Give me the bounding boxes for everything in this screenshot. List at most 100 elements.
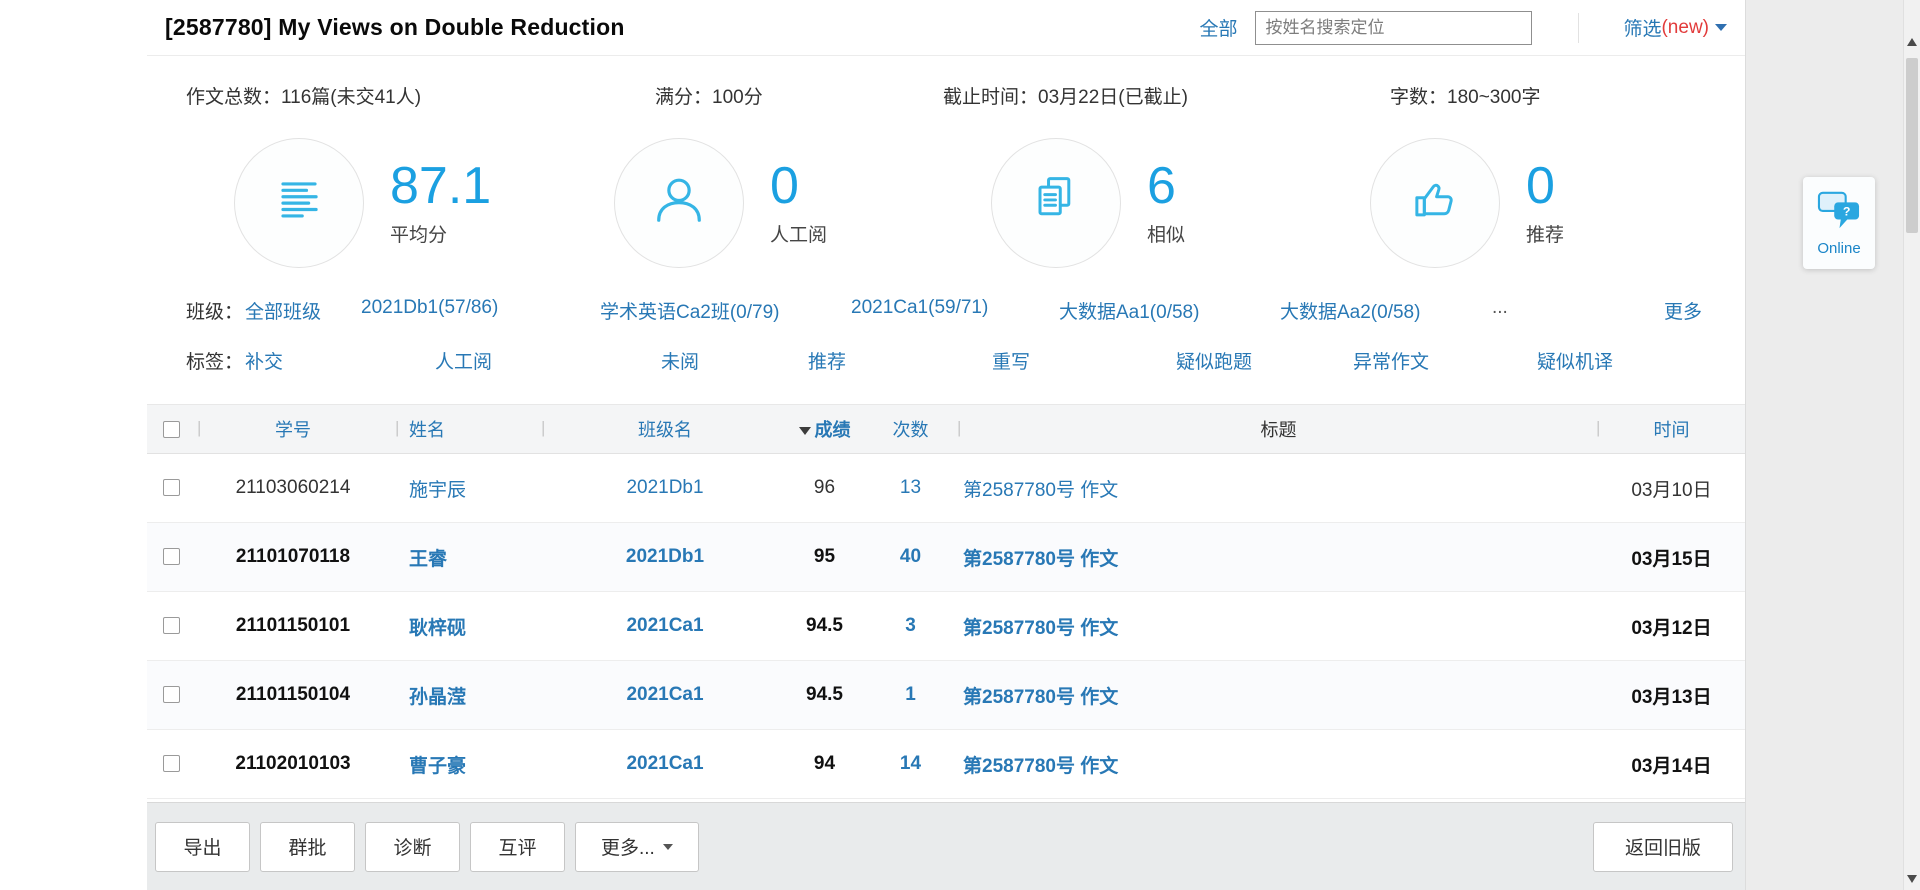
cell-score: 96 bbox=[787, 477, 862, 499]
diagnose-button[interactable]: 诊断 bbox=[365, 822, 460, 872]
student-name-link[interactable]: 曹子豪 bbox=[409, 756, 466, 777]
class-name-link[interactable]: 2021Ca1 bbox=[626, 684, 703, 705]
table-header: 学号 姓名 班级名 成绩 次数 标题 时间 | | | | | bbox=[147, 404, 1745, 454]
column-student-id[interactable]: 学号 bbox=[275, 420, 311, 440]
peer-review-button[interactable]: 互评 bbox=[470, 822, 565, 872]
sort-desc-icon bbox=[799, 427, 811, 435]
student-name-link[interactable]: 孙晶滢 bbox=[409, 687, 466, 708]
batch-grade-button[interactable]: 群批 bbox=[260, 822, 355, 872]
row-checkbox[interactable] bbox=[163, 686, 180, 703]
class-filter-link[interactable]: 2021Ca1(59/71) bbox=[851, 297, 988, 319]
scope-all-link[interactable]: 全部 bbox=[1199, 14, 1237, 41]
cell-times: 40 bbox=[862, 546, 959, 568]
tag-filter-link[interactable]: 疑似跑题 bbox=[1176, 347, 1252, 374]
tag-filter-link[interactable]: 疑似机译 bbox=[1537, 347, 1613, 374]
deadline: 截止时间：03月22日(已截止) bbox=[943, 82, 1188, 109]
cell-checkbox bbox=[147, 753, 193, 775]
cell-times: 14 bbox=[862, 753, 959, 775]
more-classes-link[interactable]: 更多 bbox=[1664, 297, 1702, 324]
student-name-link[interactable]: 耿梓砚 bbox=[409, 618, 466, 639]
essay-title-link[interactable]: 第2587780号 作文 bbox=[963, 549, 1118, 570]
person-icon bbox=[647, 169, 711, 238]
similar-docs-icon bbox=[1024, 169, 1088, 238]
stat-label: 推荐 bbox=[1526, 220, 1564, 247]
times-link[interactable]: 1 bbox=[905, 684, 916, 705]
times-link[interactable]: 40 bbox=[900, 546, 921, 567]
class-name-link[interactable]: 2021Ca1 bbox=[626, 753, 703, 774]
cell-class-name: 2021Db1 bbox=[543, 477, 787, 499]
cell-title: 第2587780号 作文 bbox=[959, 682, 1598, 709]
times-link[interactable]: 14 bbox=[900, 753, 921, 774]
export-button[interactable]: 导出 bbox=[155, 822, 250, 872]
class-name-link[interactable]: 2021Ca1 bbox=[626, 615, 703, 636]
chevron-down-icon bbox=[663, 844, 673, 850]
column-date[interactable]: 时间 bbox=[1654, 420, 1690, 440]
column-class-name[interactable]: 班级名 bbox=[638, 420, 692, 440]
cell-student-id: 21102010103 bbox=[193, 753, 393, 775]
row-checkbox[interactable] bbox=[163, 755, 180, 772]
search-input[interactable] bbox=[1255, 11, 1532, 45]
select-all-checkbox[interactable] bbox=[163, 421, 180, 438]
cell-times: 3 bbox=[862, 615, 959, 637]
class-filter-link[interactable]: 大数据Aa2(0/58) bbox=[1280, 297, 1420, 324]
cell-title: 第2587780号 作文 bbox=[959, 544, 1598, 571]
cell-title: 第2587780号 作文 bbox=[959, 613, 1598, 640]
more-actions-label: 更多... bbox=[601, 833, 655, 860]
class-filter-link[interactable]: 2021Db1(57/86) bbox=[361, 297, 498, 319]
column-times[interactable]: 次数 bbox=[893, 420, 929, 440]
scroll-down-arrow-icon[interactable] bbox=[1907, 875, 1917, 883]
class-filter-link[interactable]: 大数据Aa1(0/58) bbox=[1059, 297, 1199, 324]
tag-filter-link[interactable]: 异常作文 bbox=[1353, 347, 1429, 374]
tag-filter-link[interactable]: 重写 bbox=[992, 347, 1030, 374]
svg-text:?: ? bbox=[1843, 205, 1851, 219]
column-separator: | bbox=[395, 418, 399, 438]
column-separator: | bbox=[957, 418, 961, 438]
stat-circle bbox=[234, 138, 364, 268]
row-checkbox[interactable] bbox=[163, 548, 180, 565]
class-filter-link[interactable]: 全部班级 bbox=[245, 297, 321, 324]
scrollbar-thumb[interactable] bbox=[1906, 58, 1918, 233]
assignment-summary: 作文总数：116篇(未交41人) 满分：100分 截止时间：03月22日(已截止… bbox=[147, 82, 1745, 112]
page-title: [2587780] My Views on Double Reduction bbox=[165, 14, 625, 41]
more-actions-button[interactable]: 更多... bbox=[575, 822, 699, 872]
cell-class-name: 2021Ca1 bbox=[543, 753, 787, 775]
online-chat-widget[interactable]: ? Online bbox=[1803, 177, 1875, 269]
tag-filter-link[interactable]: 人工阅 bbox=[435, 347, 492, 374]
topbar-right: 全部 筛选 (new) bbox=[1199, 11, 1727, 45]
class-name-link[interactable]: 2021Db1 bbox=[626, 477, 703, 498]
tag-filter-link[interactable]: 推荐 bbox=[808, 347, 846, 374]
online-label: Online bbox=[1817, 240, 1860, 257]
essay-title-link[interactable]: 第2587780号 作文 bbox=[963, 756, 1118, 777]
tag-filter-link[interactable]: 未阅 bbox=[661, 347, 699, 374]
cell-student-id: 21103060214 bbox=[193, 477, 393, 499]
row-checkbox[interactable] bbox=[163, 617, 180, 634]
class-filter-link[interactable]: 学术英语Ca2班(0/79) bbox=[600, 297, 780, 324]
stat-value: 0 bbox=[770, 159, 827, 213]
stat-circle bbox=[1370, 138, 1500, 268]
scroll-up-arrow-icon[interactable] bbox=[1907, 38, 1917, 46]
times-link[interactable]: 3 bbox=[905, 615, 916, 636]
filter-dropdown[interactable]: 筛选 (new) bbox=[1623, 14, 1727, 41]
tag-filter-link[interactable]: 补交 bbox=[245, 347, 283, 374]
back-to-old-version-button[interactable]: 返回旧版 bbox=[1593, 822, 1733, 872]
cell-name: 施宇辰 bbox=[393, 475, 543, 502]
table-row: 21101150104 孙晶滢 2021Ca1 94.5 1 第2587780号… bbox=[147, 661, 1745, 730]
vertical-scrollbar[interactable] bbox=[1903, 0, 1920, 890]
essay-title-link[interactable]: 第2587780号 作文 bbox=[963, 687, 1118, 708]
student-name-link[interactable]: 施宇辰 bbox=[409, 480, 466, 501]
stat-label: 人工阅 bbox=[770, 220, 827, 247]
row-checkbox[interactable] bbox=[163, 479, 180, 496]
student-name-link[interactable]: 王睿 bbox=[409, 549, 447, 570]
class-name-link[interactable]: 2021Db1 bbox=[626, 546, 704, 567]
column-score-sort[interactable]: 成绩 bbox=[799, 420, 851, 440]
essay-title-link[interactable]: 第2587780号 作文 bbox=[963, 618, 1118, 639]
cell-checkbox bbox=[147, 477, 193, 499]
times-link[interactable]: 13 bbox=[900, 477, 921, 498]
cell-times: 13 bbox=[862, 477, 959, 499]
word-count: 字数：180~300字 bbox=[1390, 82, 1541, 109]
table-row: 21102010103 曹子豪 2021Ca1 94 14 第2587780号 … bbox=[147, 730, 1745, 799]
stat-circle bbox=[991, 138, 1121, 268]
column-name[interactable]: 姓名 bbox=[409, 420, 445, 440]
table-row: 21101150101 耿梓砚 2021Ca1 94.5 3 第2587780号… bbox=[147, 592, 1745, 661]
essay-title-link[interactable]: 第2587780号 作文 bbox=[963, 480, 1118, 501]
